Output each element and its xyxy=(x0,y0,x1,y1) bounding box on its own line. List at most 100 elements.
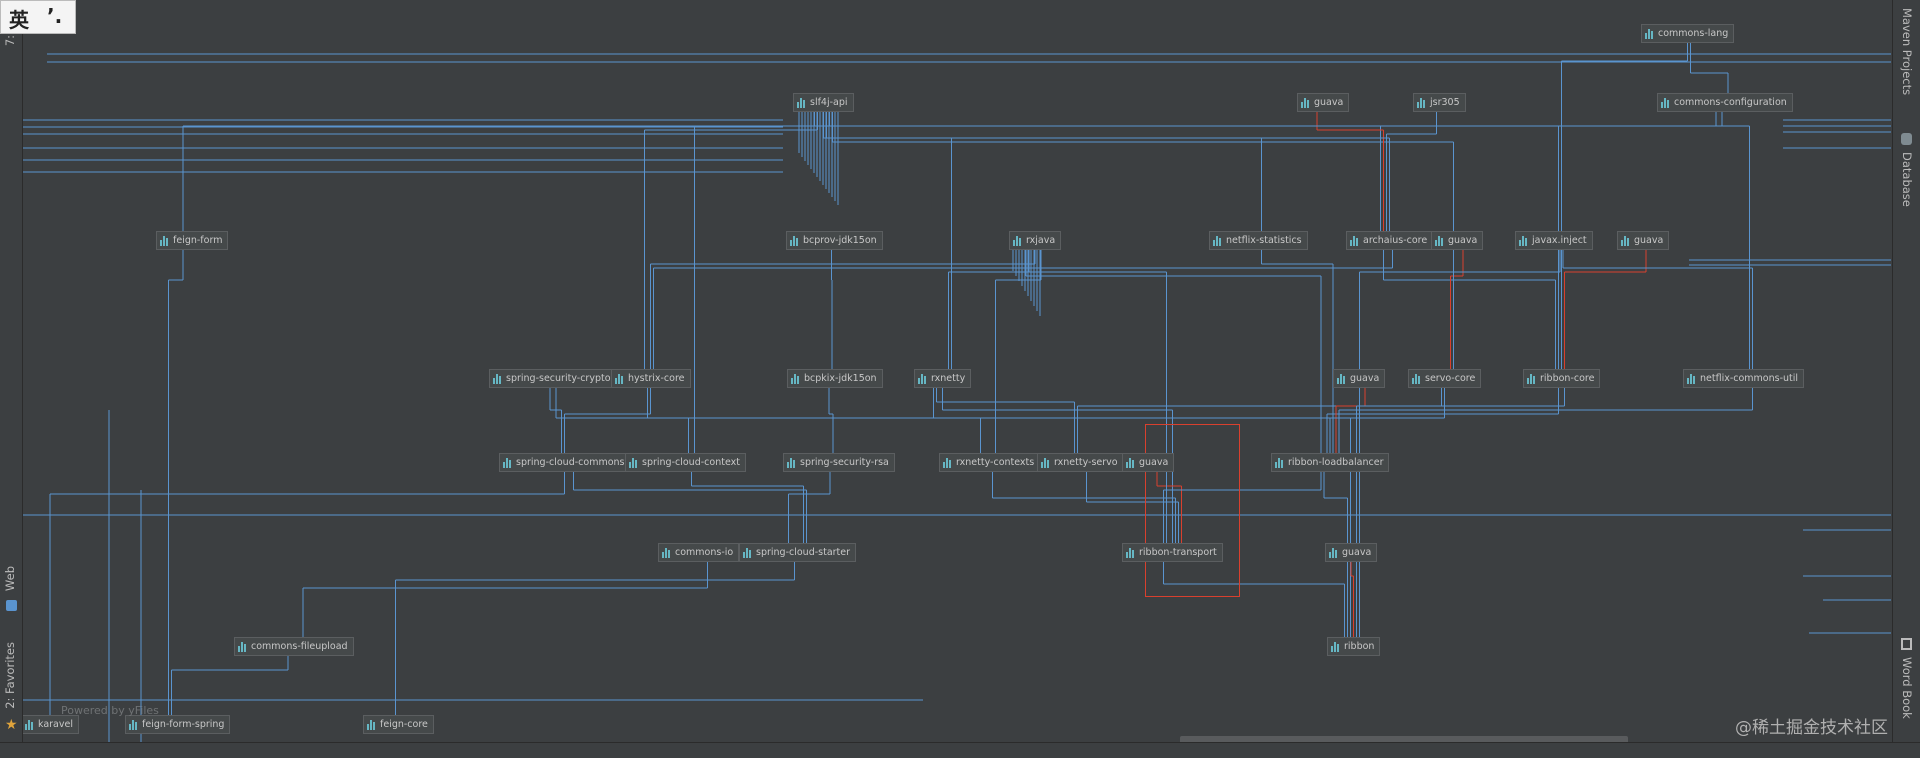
module-icon xyxy=(1275,458,1284,468)
module-icon xyxy=(1213,236,1222,246)
node-label: spring-cloud-commons xyxy=(516,457,625,468)
node-slf4j-api[interactable]: slf4j-api xyxy=(793,93,854,112)
wordbook-icon xyxy=(1901,638,1912,650)
node-label: rxnetty-contexts xyxy=(956,457,1035,468)
node-servo-core[interactable]: servo-core xyxy=(1408,369,1482,388)
node-guava-top[interactable]: guava xyxy=(1297,93,1350,112)
module-icon xyxy=(493,374,502,384)
module-icon xyxy=(1435,236,1444,246)
node-ribbon[interactable]: ribbon xyxy=(1327,637,1381,656)
node-label: commons-io xyxy=(675,547,734,558)
module-icon xyxy=(238,642,247,652)
node-rxnetty[interactable]: rxnetty xyxy=(914,369,972,388)
favorites-tab[interactable]: 2: Favorites xyxy=(3,642,17,709)
node-ribbon-core[interactable]: ribbon-core xyxy=(1523,369,1601,388)
node-guava-6[interactable]: guava xyxy=(1325,543,1378,562)
web-tab[interactable]: Web xyxy=(3,566,17,591)
node-label: javax.inject xyxy=(1532,235,1587,246)
node-label: feign-core xyxy=(380,719,428,730)
node-guava-3[interactable]: guava xyxy=(1617,231,1670,250)
star-icon: ★ xyxy=(5,717,18,733)
module-icon xyxy=(1126,458,1135,468)
node-spring-security-rsa[interactable]: spring-security-rsa xyxy=(783,453,895,472)
node-netflix-statistics[interactable]: netflix-statistics xyxy=(1209,231,1308,250)
module-icon xyxy=(160,236,169,246)
ime-punct: ’. xyxy=(47,4,63,28)
module-icon xyxy=(662,548,671,558)
node-rxnetty-contexts[interactable]: rxnetty-contexts xyxy=(939,453,1041,472)
node-label: guava xyxy=(1342,547,1372,558)
node-spring-cloud-commons[interactable]: spring-cloud-commons xyxy=(499,453,631,472)
module-icon xyxy=(615,374,624,384)
node-ribbon-loadbalancer[interactable]: ribbon-loadbalancer xyxy=(1271,453,1390,472)
node-bcprov-jdk15on[interactable]: bcprov-jdk15on xyxy=(786,231,883,250)
node-hystrix-core[interactable]: hystrix-core xyxy=(611,369,691,388)
node-label: guava xyxy=(1350,373,1380,384)
node-label: bcprov-jdk15on xyxy=(803,235,877,246)
node-commons-lang[interactable]: commons-lang xyxy=(1641,24,1735,43)
node-label: commons-lang xyxy=(1658,28,1729,39)
web-icon xyxy=(6,600,17,611)
module-icon xyxy=(790,236,799,246)
module-icon xyxy=(1013,236,1022,246)
node-label: guava xyxy=(1634,235,1664,246)
node-label: jsr305 xyxy=(1430,97,1460,108)
node-spring-cloud-starter[interactable]: spring-cloud-starter xyxy=(739,543,857,562)
module-icon xyxy=(791,374,800,384)
node-label: spring-cloud-context xyxy=(642,457,740,468)
module-icon xyxy=(1412,374,1421,384)
left-tool-strip: 7: S Web 2: Favorites ★ xyxy=(0,0,23,742)
node-feign-form[interactable]: feign-form xyxy=(156,231,229,250)
module-icon xyxy=(25,720,34,730)
node-label: guava xyxy=(1448,235,1478,246)
node-feign-core[interactable]: feign-core xyxy=(363,715,434,734)
word-book-tab[interactable]: Word Book xyxy=(1900,657,1914,719)
module-icon xyxy=(1331,642,1340,652)
node-commons-fileupload[interactable]: commons-fileupload xyxy=(234,637,354,656)
node-guava-4[interactable]: guava xyxy=(1333,369,1386,388)
module-icon xyxy=(1337,374,1346,384)
node-jsr305[interactable]: jsr305 xyxy=(1413,93,1466,112)
node-javax-inject[interactable]: javax.inject xyxy=(1515,231,1593,250)
ime-indicator: 英 ’. xyxy=(0,0,76,34)
module-icon xyxy=(1126,548,1135,558)
node-rxjava[interactable]: rxjava xyxy=(1009,231,1062,250)
node-label: ribbon-transport xyxy=(1139,547,1217,558)
database-tab[interactable]: Database xyxy=(1900,152,1914,207)
node-label: spring-cloud-starter xyxy=(756,547,851,558)
module-icon xyxy=(129,720,138,730)
node-label: slf4j-api xyxy=(810,97,848,108)
node-feign-form-spring[interactable]: feign-form-spring xyxy=(125,715,231,734)
node-label: ribbon-loadbalancer xyxy=(1288,457,1384,468)
node-bcpkix-jdk15on[interactable]: bcpkix-jdk15on xyxy=(787,369,883,388)
node-label: ribbon-core xyxy=(1540,373,1595,384)
node-label: rxnetty-servo xyxy=(1054,457,1118,468)
node-label: netflix-commons-util xyxy=(1700,373,1799,384)
module-icon xyxy=(629,458,638,468)
module-icon xyxy=(1329,548,1338,558)
node-label: netflix-statistics xyxy=(1226,235,1302,246)
dependency-diagram[interactable]: commons-lang slf4j-api guava jsr305 commons-… xyxy=(23,0,1891,742)
node-label: servo-core xyxy=(1425,373,1476,384)
node-spring-cloud-context[interactable]: spring-cloud-context xyxy=(625,453,746,472)
module-icon xyxy=(503,458,512,468)
node-commons-io[interactable]: commons-io xyxy=(658,543,740,562)
node-commons-configuration[interactable]: commons-configuration xyxy=(1657,93,1793,112)
node-rxnetty-servo[interactable]: rxnetty-servo xyxy=(1037,453,1124,472)
node-guava-5[interactable]: guava xyxy=(1122,453,1175,472)
node-netflix-commons-util[interactable]: netflix-commons-util xyxy=(1683,369,1805,388)
node-karavel[interactable]: karavel xyxy=(23,715,79,734)
module-icon xyxy=(1350,236,1359,246)
module-icon xyxy=(943,458,952,468)
ime-lang: 英 xyxy=(9,8,29,32)
module-icon xyxy=(918,374,927,384)
maven-projects-tab[interactable]: Maven Projects xyxy=(1900,8,1914,95)
node-label: spring-security-crypto xyxy=(506,373,611,384)
node-archaius-core[interactable]: archaius-core xyxy=(1346,231,1434,250)
node-label: karavel xyxy=(38,719,73,730)
node-spring-security-crypto[interactable]: spring-security-crypto xyxy=(489,369,617,388)
node-label: spring-security-rsa xyxy=(800,457,889,468)
node-guava-2[interactable]: guava xyxy=(1431,231,1484,250)
module-icon xyxy=(1621,236,1630,246)
node-ribbon-transport[interactable]: ribbon-transport xyxy=(1122,543,1223,562)
